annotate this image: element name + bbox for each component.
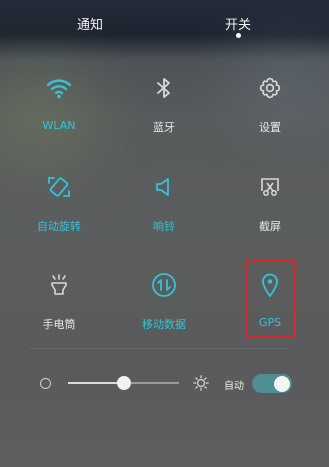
brightness-slider-fill	[68, 382, 124, 384]
tile-label: 截屏	[259, 220, 281, 233]
quick-settings-panel: 通知 开关 WLAN 蓝牙 设置 自动旋转 响铃 截屏 手电筒 移动数据 GPS…	[0, 0, 329, 467]
auto-brightness-toggle[interactable]	[252, 374, 292, 393]
gps-highlight-frame	[245, 259, 296, 338]
auto-brightness-label: 自动	[224, 381, 244, 392]
divider	[30, 348, 288, 349]
tab-bar: 通知 开关	[0, 0, 329, 44]
tile-label: 自动旋转	[37, 220, 81, 233]
tile-screenshot[interactable]: 截屏	[220, 165, 320, 245]
wifi-icon	[45, 74, 73, 102]
tile-wlan[interactable]: WLAN	[9, 66, 109, 146]
rotate-icon	[45, 173, 73, 201]
tab-selected-indicator	[236, 33, 241, 38]
tile-label: 蓝牙	[153, 121, 175, 134]
screenshot-icon	[256, 173, 284, 201]
tile-auto-rotate[interactable]: 自动旋转	[9, 165, 109, 245]
bluetooth-icon	[150, 74, 178, 102]
toggle-knob	[274, 375, 290, 392]
mobile-data-icon	[150, 271, 178, 299]
tile-settings[interactable]: 设置	[220, 66, 320, 146]
tile-flashlight[interactable]: 手电筒	[9, 263, 109, 343]
brightness-low-icon	[40, 378, 51, 389]
tile-label: WLAN	[42, 119, 76, 132]
tile-label: 响铃	[153, 220, 175, 233]
brightness-slider[interactable]	[68, 376, 179, 390]
tile-mobile-data[interactable]: 移动数据	[114, 263, 214, 343]
speaker-icon	[150, 173, 178, 201]
tile-label: 设置	[259, 121, 281, 134]
tab-notifications[interactable]: 通知	[60, 14, 120, 33]
tile-bluetooth[interactable]: 蓝牙	[114, 66, 214, 146]
tile-ring[interactable]: 响铃	[114, 165, 214, 245]
brightness-slider-thumb[interactable]	[116, 376, 131, 390]
brightness-row: 自动	[0, 370, 329, 396]
tile-label: 手电筒	[42, 318, 76, 331]
gear-icon	[256, 74, 284, 102]
brightness-high-icon	[193, 375, 209, 391]
flashlight-icon	[45, 271, 73, 299]
tab-switches[interactable]: 开关	[208, 14, 268, 33]
tile-label: 移动数据	[142, 318, 186, 331]
